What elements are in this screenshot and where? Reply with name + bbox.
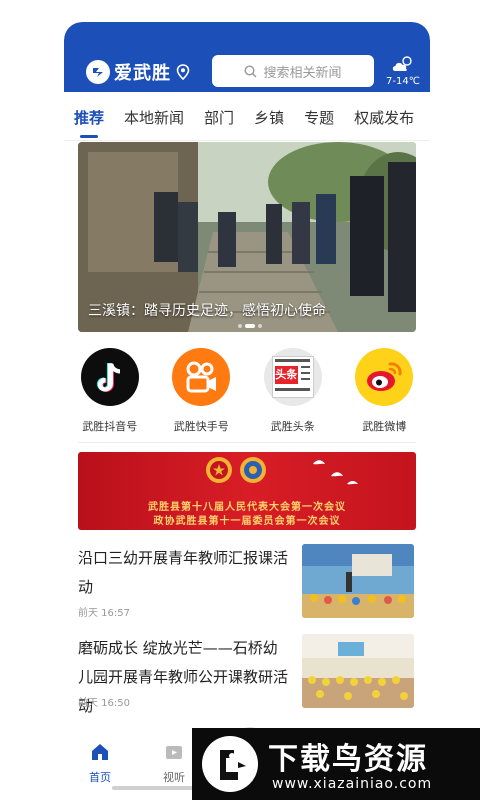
tab-towns[interactable]: 乡镇	[244, 107, 294, 128]
app-toutiao[interactable]: 头条 武胜头条	[253, 348, 333, 438]
watermark-bird-logo	[202, 736, 258, 792]
location-pin-icon[interactable]	[176, 64, 190, 81]
news-thumbnail	[302, 634, 414, 708]
app-header: 爱武胜 搜索相关新闻 7-14℃	[64, 22, 430, 92]
category-tabs: 推荐 本地新闻 部门 乡镇 专题 权威发布	[64, 100, 430, 134]
tab-official-releases[interactable]: 权威发布	[344, 107, 424, 128]
home-icon	[92, 744, 108, 760]
carousel-dot[interactable]	[258, 324, 262, 328]
promo-line-1: 武胜县第十八届人民代表大会第一次会议	[148, 502, 346, 513]
carousel-dots	[238, 324, 262, 328]
watermark-overlay: 下载鸟资源 www.xiazainiao.com	[192, 728, 480, 800]
toutiao-icon: 头条	[263, 348, 322, 406]
kuaishou-icon	[172, 348, 231, 406]
carousel-dot[interactable]	[238, 324, 242, 328]
news-item[interactable]: 磨砺成长 绽放光芒——石桥幼儿园开展青年教师公开课教研活动 前天 16:50	[78, 634, 416, 715]
app-label: 武胜微博	[362, 420, 407, 433]
promo-banner[interactable]: 武胜县第十八届人民代表大会第一次会议 政协武胜县第十一届委员会第一次会议	[78, 452, 416, 530]
news-time: 前天 16:57	[78, 608, 130, 619]
carousel-dot-active[interactable]	[245, 324, 255, 328]
app-label: 武胜快手号	[173, 420, 229, 433]
brand-logo[interactable]: 爱武胜	[86, 58, 190, 86]
weather-temperature: 7-14℃	[386, 76, 420, 87]
section-divider	[78, 442, 416, 443]
weather-widget[interactable]: 7-14℃	[382, 54, 424, 87]
banner-caption: 三溪镇：踏寻历史足迹，感悟初心使命	[88, 303, 326, 319]
tab-local-news[interactable]: 本地新闻	[114, 107, 194, 128]
weibo-icon	[355, 348, 414, 406]
app-screen: 爱武胜 搜索相关新闻 7-14℃ 推荐 本地新闻 部门 乡镇 专题 权威发布 三…	[64, 22, 430, 800]
search-icon	[244, 64, 257, 77]
watermark-url: www.xiazainiao.com	[272, 776, 433, 792]
cppcc-emblem-icon	[240, 457, 266, 483]
toutiao-icon-text: 头条	[274, 366, 298, 384]
news-item[interactable]: 沿口三幼开展青年教师汇报课活动 前天 16:57	[78, 544, 416, 624]
nav-home-label: 首页	[89, 771, 111, 784]
tab-recommend[interactable]: 推荐	[64, 107, 114, 128]
nav-home[interactable]: 首页	[70, 742, 130, 785]
news-title: 沿口三幼开展青年教师汇报课活动	[78, 549, 289, 596]
promo-line-2: 政协武胜县第十一届委员会第一次会议	[153, 516, 341, 527]
watermark-title: 下载鸟资源	[268, 742, 428, 777]
app-label: 武胜抖音号	[82, 420, 138, 433]
carousel-banner[interactable]: 三溪镇：踏寻历史足迹，感悟初心使命	[78, 142, 416, 332]
app-weibo[interactable]: 武胜微博	[344, 348, 424, 438]
douyin-icon	[80, 348, 139, 406]
tabs-divider	[64, 140, 430, 141]
news-time: 前天 16:50	[78, 698, 130, 709]
search-input[interactable]: 搜索相关新闻	[212, 55, 374, 87]
national-emblem-icon	[206, 457, 232, 483]
search-placeholder: 搜索相关新闻	[263, 65, 342, 81]
brand-mark-icon	[86, 60, 110, 84]
tv-icon	[166, 746, 182, 759]
news-thumbnail	[302, 544, 414, 618]
tab-departments[interactable]: 部门	[194, 107, 244, 128]
brand-name: 爱武胜	[114, 63, 171, 84]
app-kuaishou[interactable]: 武胜快手号	[161, 348, 241, 438]
cloudy-icon	[392, 56, 412, 71]
doves-icon	[313, 460, 358, 485]
app-douyin[interactable]: 武胜抖音号	[70, 348, 150, 438]
app-label: 武胜头条	[270, 420, 315, 433]
media-accounts: 武胜抖音号 武胜快手号 头条 武胜头条 武胜微博	[64, 348, 430, 438]
tab-topics[interactable]: 专题	[294, 107, 344, 128]
